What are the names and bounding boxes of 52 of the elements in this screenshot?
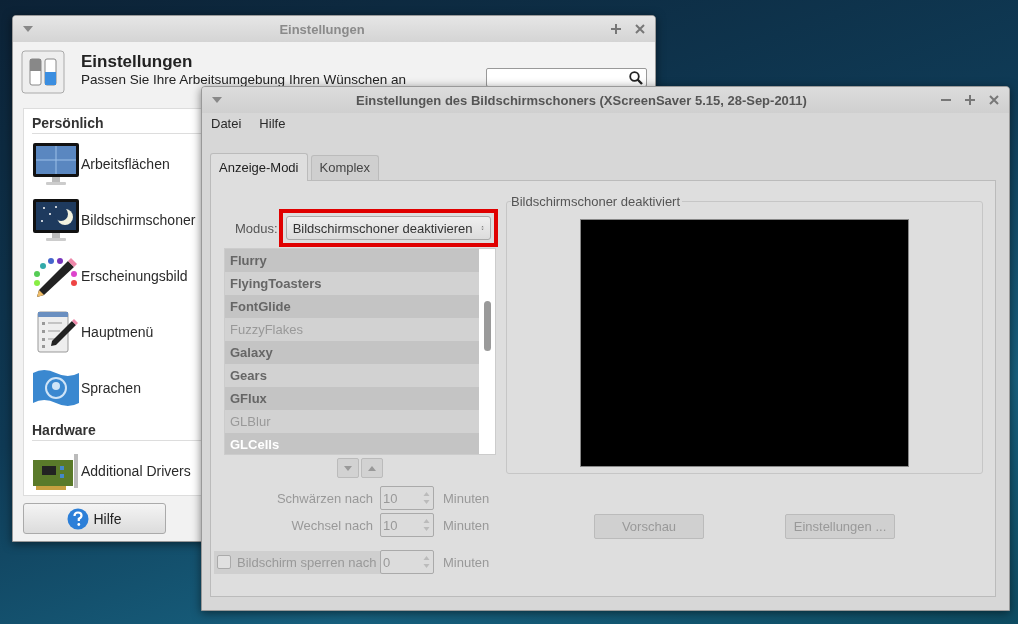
window-title: Einstellungen: [278, 21, 366, 37]
mode-label: Modus:: [235, 220, 278, 236]
maximize-icon[interactable]: [611, 24, 621, 34]
unit-label: Minuten: [443, 490, 491, 506]
help-button[interactable]: Hilfe: [23, 503, 166, 534]
spinner-arrows-icon: [423, 518, 430, 532]
spin-field[interactable]: 10: [380, 513, 434, 537]
window-menu-icon[interactable]: [212, 97, 222, 103]
list-item[interactable]: GFlux: [225, 387, 479, 410]
monitor-icon: [32, 140, 80, 187]
spinner-arrows-icon: [423, 491, 430, 505]
window-title: Einstellungen des Bildschirmschoners (XScreenSaver 5.15, 28-Sep-2011): [355, 92, 808, 108]
settings-item[interactable]: Hauptmenü: [32, 303, 154, 360]
menu-item[interactable]: Datei: [211, 116, 242, 133]
list-item[interactable]: FlyingToasters: [225, 272, 479, 295]
list-item[interactable]: FontGlide: [225, 295, 479, 318]
settings-item[interactable]: Bildschirmschoner: [32, 191, 196, 248]
settings-item[interactable]: Erscheinungsbild: [32, 247, 188, 304]
mode-dropdown[interactable]: Bildschirmschoner deaktivieren: [285, 216, 491, 240]
spin-field[interactable]: 0: [380, 550, 434, 574]
down-arrow-icon: [344, 465, 352, 471]
settings-item[interactable]: Arbeitsflächen: [32, 135, 170, 192]
spinner-arrows-icon: [423, 555, 430, 569]
list-item[interactable]: Galaxy: [225, 341, 479, 364]
settings-item[interactable]: Additional Drivers: [32, 442, 191, 495]
toggle-switch-icon: [21, 50, 65, 94]
frame-title: Bildschirmschoner deaktiviert: [511, 194, 683, 209]
maximize-icon[interactable]: [965, 95, 975, 105]
tab[interactable]: Komplex: [310, 155, 380, 180]
close-icon[interactable]: [989, 95, 999, 105]
move-down-button[interactable]: [337, 458, 359, 478]
unit-label: Minuten: [443, 554, 491, 570]
checkbox[interactable]: [217, 555, 231, 569]
field-label: Wechsel nach: [290, 517, 373, 533]
tab[interactable]: Anzeige-Modi: [210, 153, 308, 181]
night-monitor-icon: [32, 196, 80, 243]
close-icon[interactable]: [635, 24, 645, 34]
unit-label: Minuten: [443, 517, 491, 533]
move-up-button[interactable]: [361, 458, 383, 478]
spin-field[interactable]: 10: [380, 486, 434, 510]
help-icon: [67, 507, 90, 530]
list-item[interactable]: Gears: [225, 364, 479, 387]
menu-item[interactable]: Hilfe: [259, 116, 286, 133]
search-icon: [629, 70, 643, 85]
scrollbar-thumb[interactable]: [483, 301, 491, 351]
list-item[interactable]: Flurry: [225, 249, 479, 272]
settings-heading: Einstellungen: [81, 52, 194, 72]
settings-subtitle: Passen Sie Ihre Arbeitsumgebung Ihren Wünschen an: [81, 72, 406, 87]
settings-item[interactable]: Sprachen: [32, 359, 141, 416]
window-menu-icon[interactable]: [23, 26, 33, 32]
field-label: Schwärzen nach: [275, 490, 373, 506]
up-arrow-icon: [368, 465, 376, 471]
